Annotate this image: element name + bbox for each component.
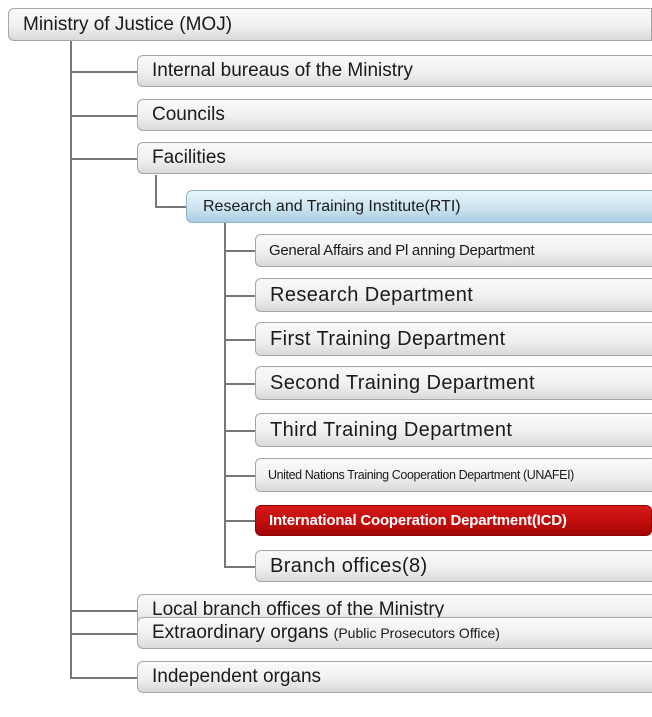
- connector-rti-trunk: [224, 223, 226, 566]
- node-label: Research Department: [270, 283, 474, 306]
- node-extraordinary-organs: Extraordinary organs (Public Prosecutors…: [137, 617, 652, 649]
- connector-local-branch: [70, 610, 138, 612]
- connector-dept-1: [224, 250, 256, 252]
- node-internal-bureaus: Internal bureaus of the Ministry: [137, 55, 652, 87]
- node-icd-dept: International Cooperation Department(ICD…: [255, 505, 652, 536]
- node-label: Facilities: [152, 147, 226, 168]
- node-councils: Councils: [137, 99, 652, 131]
- node-sublabel: (Public Prosecutors Office): [333, 625, 500, 641]
- connector-root-trunk: [70, 40, 72, 678]
- connector-dept-2: [224, 295, 256, 297]
- connector-dept-5: [224, 430, 256, 432]
- node-label: Second Training Department: [270, 371, 535, 394]
- node-label: United Nations Training Cooperation Depa…: [268, 468, 574, 482]
- connector-councils: [70, 115, 138, 117]
- node-rti: Research and Training Institute(RTI): [186, 190, 652, 223]
- node-unafei-dept: United Nations Training Cooperation Depa…: [255, 458, 652, 492]
- node-label: Internal bureaus of the Ministry: [152, 60, 413, 81]
- node-independent-organs: Independent organs: [137, 661, 652, 693]
- connector-dept-4: [224, 383, 256, 385]
- node-label: Third Training Department: [270, 418, 513, 441]
- node-first-training-dept: First Training Department: [255, 322, 652, 356]
- connector-extraordinary: [70, 633, 138, 635]
- connector-facilities-trunk: [155, 175, 157, 207]
- connector-dept-3: [224, 339, 256, 341]
- node-label: First Training Department: [270, 327, 506, 350]
- node-label: Research and Training Institute(RTI): [203, 197, 461, 215]
- connector-dept-8: [224, 566, 256, 568]
- node-label: Branch offices(8): [270, 554, 428, 577]
- node-research-dept: Research Department: [255, 278, 652, 312]
- node-general-affairs-dept: General Affairs and Pl anning Department: [255, 234, 652, 267]
- node-branch-offices: Branch offices(8): [255, 550, 652, 582]
- node-label: International Cooperation Department(ICD…: [269, 512, 567, 529]
- node-label: Extraordinary organs: [152, 622, 329, 643]
- connector-dept-7: [224, 520, 256, 522]
- connector-rti: [155, 206, 187, 208]
- connector-facilities: [70, 158, 138, 160]
- root-label: Ministry of Justice (MOJ): [23, 13, 233, 35]
- node-second-training-dept: Second Training Department: [255, 366, 652, 400]
- connector-independent: [70, 677, 138, 679]
- node-third-training-dept: Third Training Department: [255, 413, 652, 447]
- node-label: General Affairs and Pl anning Department: [269, 242, 535, 259]
- node-label: Independent organs: [152, 666, 322, 687]
- node-facilities: Facilities: [137, 142, 652, 174]
- connector-internal-bureaus: [70, 71, 138, 73]
- connector-dept-6: [224, 475, 256, 477]
- root-node-moj: Ministry of Justice (MOJ): [8, 8, 652, 41]
- node-label: Councils: [152, 104, 225, 125]
